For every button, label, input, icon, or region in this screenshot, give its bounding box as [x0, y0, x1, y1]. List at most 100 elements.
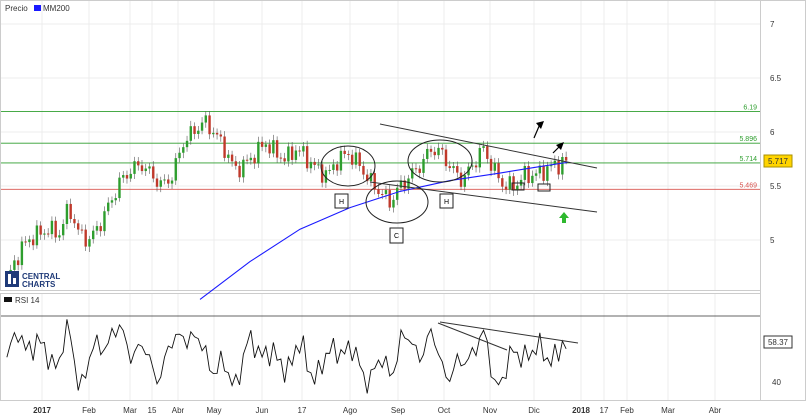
- candle-body: [80, 229, 84, 231]
- candle-body: [125, 175, 129, 179]
- candle-body: [122, 175, 125, 178]
- candle-body: [92, 230, 95, 240]
- logo-line2: CHARTS: [22, 280, 56, 289]
- candle-body: [456, 166, 459, 173]
- candle-body: [441, 147, 444, 150]
- candle-body: [114, 198, 117, 201]
- y-tick-label: 5: [770, 236, 775, 245]
- level-label: 5.896: [739, 136, 757, 143]
- legend-rsi-label: RSI 14: [15, 296, 40, 305]
- candle-body: [219, 134, 223, 137]
- candle-body: [489, 158, 493, 171]
- candle-body: [414, 168, 418, 170]
- legend-price-label: Precio: [5, 4, 28, 13]
- y-tick-label: 5.5: [770, 182, 782, 191]
- candle-body: [561, 156, 564, 175]
- candle-body: [332, 164, 335, 170]
- candle-body: [253, 157, 256, 164]
- candle-body: [358, 152, 361, 166]
- candle-body: [13, 260, 16, 270]
- x-tick-label: Abr: [172, 406, 185, 415]
- candle-body: [531, 175, 534, 184]
- candle-body: [185, 140, 189, 148]
- logo-mark-icon: [5, 271, 19, 287]
- x-tick-label: Feb: [82, 406, 96, 415]
- candle-body: [279, 157, 283, 159]
- candle-body: [388, 190, 391, 208]
- candle-body: [212, 132, 215, 135]
- level-label: 5.469: [739, 182, 757, 189]
- legend-ma-swatch: [34, 5, 41, 11]
- x-tick-label: Ago: [343, 406, 358, 415]
- candle-body: [478, 147, 481, 168]
- candle-body: [174, 158, 177, 181]
- x-tick-label: 2017: [33, 406, 51, 415]
- x-tick-label: Nov: [483, 406, 497, 415]
- marker-h-left: H: [339, 199, 344, 206]
- candle-body: [377, 189, 380, 194]
- y-tick-label: 6: [770, 128, 775, 137]
- candle-body: [362, 165, 365, 175]
- candle-body: [197, 130, 200, 134]
- level-label: 6.19: [743, 104, 757, 111]
- x-tick-label: 2018: [572, 406, 590, 415]
- candle-body: [313, 161, 316, 165]
- candle-body: [290, 146, 294, 160]
- candle-body: [302, 146, 305, 152]
- candle-body: [16, 260, 20, 266]
- candle-body: [35, 225, 39, 246]
- candle-body: [542, 165, 545, 181]
- candle-body: [99, 226, 102, 232]
- candle-body: [129, 173, 132, 179]
- candle-body: [343, 150, 346, 155]
- candle-body: [298, 150, 301, 152]
- candle-body: [275, 140, 279, 158]
- candle-body: [200, 122, 204, 131]
- candle-body: [178, 152, 181, 159]
- candle-body: [504, 186, 508, 190]
- candle-body: [294, 150, 298, 160]
- candle-body: [95, 226, 99, 231]
- candle-body: [118, 177, 121, 199]
- candle-body: [429, 148, 433, 152]
- candle-body: [444, 149, 448, 167]
- candle-body: [354, 152, 358, 165]
- candle-body: [193, 126, 196, 134]
- last-price-value: 5.717: [768, 157, 789, 166]
- level-label: 5.714: [739, 156, 757, 163]
- candle-body: [204, 115, 208, 123]
- x-tick-label: Mar: [123, 406, 137, 415]
- rsi-last-badge: 58.37: [763, 335, 793, 349]
- x-tick-label: Oct: [438, 406, 451, 415]
- candle-body: [482, 146, 485, 148]
- candle-body: [65, 203, 69, 225]
- candle-body: [463, 175, 466, 187]
- candle-body: [215, 132, 219, 135]
- candle-body: [208, 115, 211, 135]
- candle-body: [103, 211, 106, 232]
- legend-ma-label: MM200: [43, 4, 70, 13]
- candle-body: [73, 219, 76, 224]
- candle-body: [242, 159, 245, 178]
- candle-body: [437, 147, 440, 156]
- candle-body: [50, 220, 54, 235]
- candle-body: [493, 163, 497, 171]
- candle-body: [133, 161, 136, 174]
- candle-body: [238, 165, 241, 178]
- candle-body: [170, 180, 174, 184]
- candle-body: [497, 163, 500, 179]
- candle-body: [84, 229, 87, 247]
- candle-body: [28, 239, 31, 243]
- candle-body: [309, 161, 313, 169]
- x-tick-label: Dic: [528, 406, 540, 415]
- candle-body: [230, 154, 234, 162]
- x-tick-label: 15: [148, 406, 157, 415]
- candle-body: [61, 224, 65, 236]
- candle-body: [159, 180, 162, 187]
- candle-body: [249, 157, 253, 161]
- x-tick-label: Feb: [620, 406, 634, 415]
- candle-body: [474, 165, 478, 168]
- candle-body: [69, 203, 72, 220]
- candle-body: [257, 141, 260, 164]
- candle-body: [54, 220, 57, 238]
